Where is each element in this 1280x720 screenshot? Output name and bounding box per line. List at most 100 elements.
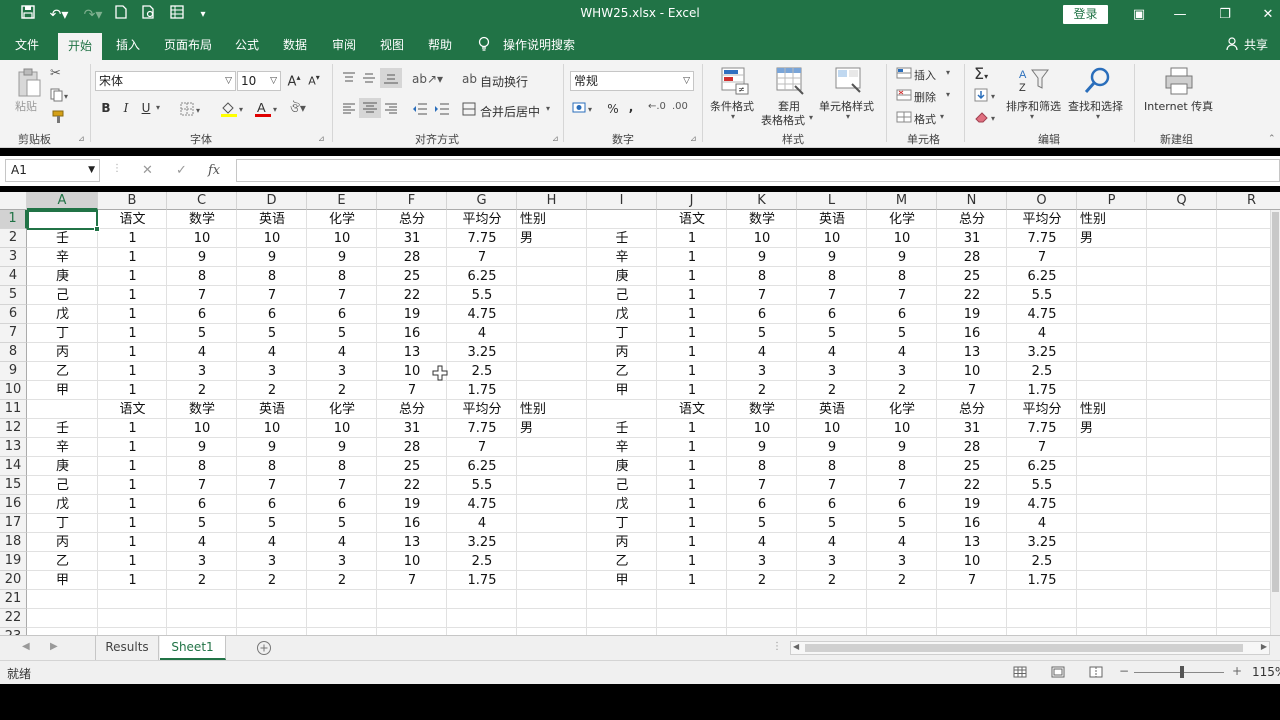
data-cell-bottom-left[interactable]: 6 [167, 495, 237, 514]
clipboard-launcher-icon[interactable]: ⊿ [78, 134, 85, 143]
data-cell-top-left[interactable]: 28 [377, 248, 447, 267]
number-launcher-icon[interactable]: ⊿ [690, 134, 697, 143]
data-cell-top-right[interactable]: 2 [727, 381, 797, 400]
save-icon[interactable] [18, 5, 38, 25]
name-cell-bottom-left[interactable]: 丁 [27, 514, 98, 533]
data-cell-top-right[interactable] [1077, 343, 1147, 362]
data-cell-bottom-right[interactable]: 3 [797, 552, 867, 571]
undo-icon[interactable]: ↶▾ [46, 5, 72, 25]
data-cell-top-left[interactable]: 22 [377, 286, 447, 305]
data-cell-top-left[interactable] [517, 324, 587, 343]
row-header-1[interactable]: 1 [0, 210, 27, 229]
data-cell-top-left[interactable]: 1 [98, 343, 167, 362]
data-cell-top-right[interactable]: 28 [937, 248, 1007, 267]
data-cell-bottom-right[interactable]: 25 [937, 457, 1007, 476]
column-header-i[interactable]: I [587, 192, 657, 210]
data-cell-bottom-left[interactable] [517, 476, 587, 495]
data-cell-top-right[interactable]: 7.75 [1007, 229, 1077, 248]
data-cell-bottom-right[interactable]: 2 [867, 571, 937, 590]
row-header-16[interactable]: 16 [0, 495, 27, 514]
data-cell-bottom-left[interactable]: 7.75 [447, 419, 517, 438]
data-cell-top-left[interactable]: 1.75 [447, 381, 517, 400]
data-cell-top-left[interactable]: 1 [98, 229, 167, 248]
data-cell-top-left[interactable]: 25 [377, 267, 447, 286]
data-cell-top-right[interactable]: 4 [867, 343, 937, 362]
header-cell-bottom-left[interactable]: 英语 [237, 400, 307, 419]
data-cell-top-right[interactable]: 1 [657, 381, 727, 400]
data-cell-top-right[interactable] [1077, 305, 1147, 324]
data-cell-top-right[interactable]: 1 [657, 305, 727, 324]
data-cell-bottom-left[interactable]: 8 [167, 457, 237, 476]
data-cell-bottom-left[interactable] [517, 438, 587, 457]
data-cell-bottom-left[interactable]: 3 [167, 552, 237, 571]
data-cell-top-right[interactable] [1077, 248, 1147, 267]
data-cell-top-right[interactable]: 9 [867, 248, 937, 267]
data-cell-bottom-right[interactable]: 9 [867, 438, 937, 457]
tab-page-layout[interactable]: 页面布局 [158, 30, 218, 60]
data-cell-bottom-right[interactable] [1077, 514, 1147, 533]
header-cell-bottom-right[interactable]: 总分 [937, 400, 1007, 419]
header-cell-top-left[interactable]: 化学 [307, 210, 377, 229]
name-cell-bottom-right[interactable]: 庚 [587, 457, 657, 476]
data-cell-bottom-left[interactable]: 9 [307, 438, 377, 457]
border-icon[interactable]: ▾ [180, 102, 204, 119]
header-cell-top-left[interactable]: 英语 [237, 210, 307, 229]
data-cell-top-right[interactable] [1077, 267, 1147, 286]
data-cell-top-left[interactable]: 1 [98, 305, 167, 324]
data-cell-bottom-left[interactable]: 6 [237, 495, 307, 514]
zoom-slider-thumb[interactable] [1180, 666, 1184, 678]
alignment-launcher-icon[interactable]: ⊿ [552, 134, 559, 143]
data-cell-bottom-right[interactable]: 1 [657, 533, 727, 552]
data-cell-bottom-right[interactable]: 7 [867, 476, 937, 495]
user-icon[interactable] [1226, 30, 1238, 60]
data-cell-top-right[interactable]: 31 [937, 229, 1007, 248]
data-cell-top-right[interactable]: 3 [867, 362, 937, 381]
data-cell-top-right[interactable]: 5.5 [1007, 286, 1077, 305]
autosum-icon[interactable]: Σ▾ [974, 64, 988, 83]
data-cell-bottom-left[interactable]: 13 [377, 533, 447, 552]
data-cell-top-left[interactable]: 7 [307, 286, 377, 305]
data-cell-top-right[interactable]: 1.75 [1007, 381, 1077, 400]
sort-filter-icon[interactable]: AZ [1018, 66, 1050, 99]
name-cell-bottom-right[interactable]: 甲 [587, 571, 657, 590]
data-cell-top-left[interactable]: 5 [307, 324, 377, 343]
format-as-table-icon[interactable] [775, 66, 805, 99]
data-cell-top-right[interactable]: 16 [937, 324, 1007, 343]
data-cell-bottom-left[interactable] [517, 495, 587, 514]
chevron-down-icon[interactable]: ▾ [546, 104, 550, 113]
row-header-6[interactable]: 6 [0, 305, 27, 324]
data-cell-top-left[interactable]: 16 [377, 324, 447, 343]
data-cell-bottom-right[interactable]: 3 [867, 552, 937, 571]
data-cell-bottom-left[interactable]: 1 [98, 419, 167, 438]
data-cell-top-right[interactable] [1077, 381, 1147, 400]
data-cell-bottom-right[interactable]: 8 [867, 457, 937, 476]
data-cell-top-right[interactable]: 4.75 [1007, 305, 1077, 324]
data-cell-bottom-right[interactable] [1077, 571, 1147, 590]
data-cell-bottom-right[interactable]: 4 [867, 533, 937, 552]
sheet-tab-results[interactable]: Results [95, 636, 159, 660]
tab-home[interactable]: 开始 [58, 33, 102, 60]
data-cell-bottom-right[interactable]: 3 [727, 552, 797, 571]
data-cell-bottom-left[interactable]: 9 [167, 438, 237, 457]
data-cell-top-left[interactable]: 5 [237, 324, 307, 343]
data-cell-bottom-right[interactable]: 7 [1007, 438, 1077, 457]
name-cell-bottom-left[interactable]: 壬 [27, 419, 98, 438]
italic-button[interactable]: I [120, 101, 132, 115]
row-header-18[interactable]: 18 [0, 533, 27, 552]
data-cell-bottom-right[interactable]: 1 [657, 495, 727, 514]
data-cell-bottom-left[interactable]: 8 [307, 457, 377, 476]
data-cell-top-right[interactable]: 8 [867, 267, 937, 286]
row-header-22[interactable]: 22 [0, 609, 27, 628]
data-cell-bottom-right[interactable] [1077, 457, 1147, 476]
row-header-8[interactable]: 8 [0, 343, 27, 362]
column-header-p[interactable]: P [1077, 192, 1147, 210]
data-cell-bottom-left[interactable]: 9 [237, 438, 307, 457]
data-cell-bottom-right[interactable]: 4 [1007, 514, 1077, 533]
restore-icon[interactable]: ❐ [1210, 4, 1240, 26]
data-cell-bottom-right[interactable]: 1 [657, 514, 727, 533]
name-cell-top-left[interactable]: 戊 [27, 305, 98, 324]
new-file-icon[interactable] [112, 5, 130, 25]
data-cell-bottom-right[interactable]: 1 [657, 457, 727, 476]
header-cell-top-left[interactable]: 数学 [167, 210, 237, 229]
data-cell-bottom-left[interactable]: 1 [98, 457, 167, 476]
